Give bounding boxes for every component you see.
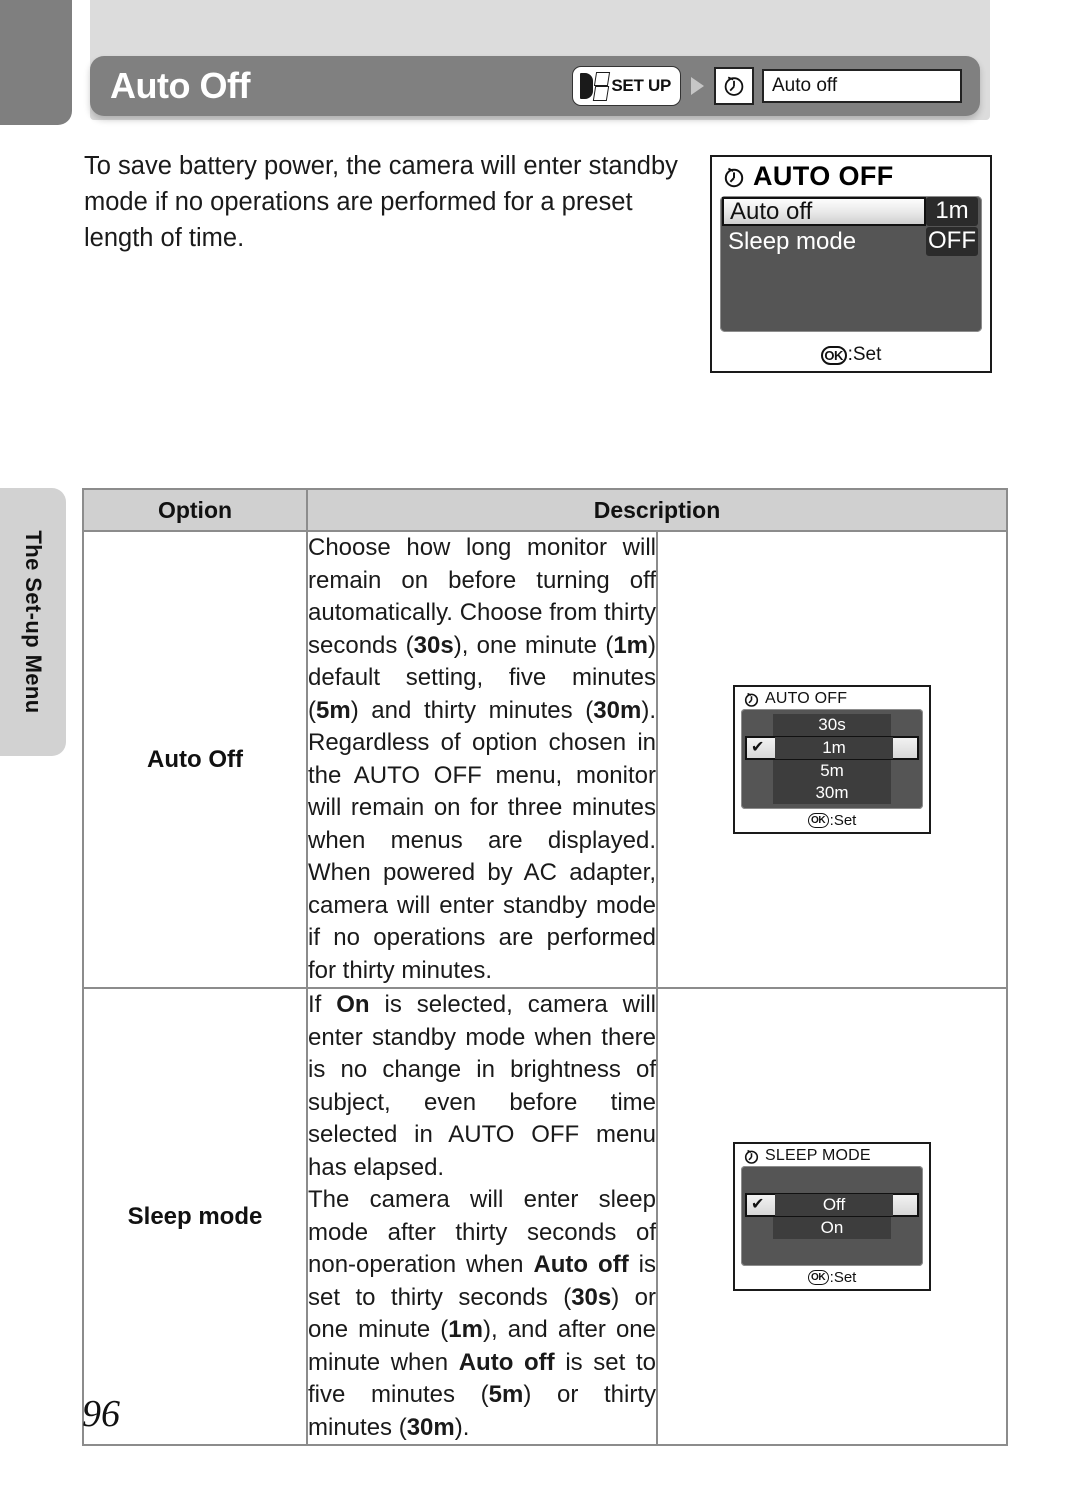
triangle-right-icon bbox=[691, 77, 704, 95]
table-row: Auto Off Choose how long monitor will re… bbox=[82, 529, 1008, 990]
lcd-sleep-mode-title-row: SLEEP MODE bbox=[735, 1144, 929, 1166]
page-title: Auto Off bbox=[110, 65, 250, 106]
lcd-main-title-row: AUTO OFF bbox=[712, 157, 990, 192]
lcd-auto-off-item-1m[interactable]: ✔ 1m bbox=[741, 736, 923, 761]
lcd-sleep-mode-footer-text: :Set bbox=[829, 1269, 857, 1287]
clock-icon bbox=[724, 167, 744, 187]
table-header-row: Option Description bbox=[82, 488, 1008, 532]
intro-line-2: mode if no operations are performed for … bbox=[84, 188, 633, 217]
lcd-sleep-mode-illustration: SLEEP MODE ✔ Off On OK :Set bbox=[733, 1142, 931, 1292]
intro-line-3: length of time. bbox=[84, 224, 245, 253]
page-number: 96 bbox=[82, 1393, 120, 1435]
lcd-sleep-mode-spacer bbox=[741, 1239, 923, 1261]
table-header-option: Option bbox=[82, 488, 308, 532]
description-paragraph: If On is selected, camera will enter sta… bbox=[308, 991, 656, 1181]
setup-menu-chip[interactable]: SET UP bbox=[572, 66, 681, 106]
lcd-main-row-auto-off-value: 1m bbox=[926, 196, 978, 226]
lcd-auto-off-item-1m-label: 1m bbox=[775, 737, 893, 760]
lcd-auto-off-title: AUTO OFF bbox=[765, 690, 848, 708]
table-cell-description-auto-off: Choose how long monitor will remain on b… bbox=[306, 529, 658, 990]
section-side-tab-label: The Set-up Menu bbox=[21, 530, 46, 714]
clock-icon bbox=[724, 76, 744, 96]
lcd-sleep-mode-footer: OK :Set bbox=[735, 1269, 929, 1286]
lcd-auto-off-main-illustration: AUTO OFF Auto off 1m Sleep mode OFF OK :… bbox=[710, 155, 992, 373]
checkmark-icon: ✔ bbox=[751, 739, 765, 757]
lcd-auto-off-illustration: AUTO OFF 30s ✔ 1m 5m 30m OK:Set bbox=[733, 685, 931, 835]
lcd-sleep-mode-title: SLEEP MODE bbox=[765, 1147, 871, 1165]
table-header-description: Description bbox=[306, 488, 1008, 532]
lcd-main-row-sleep-mode-label: Sleep mode bbox=[728, 228, 857, 255]
table-cell-option-auto-off: Auto Off bbox=[82, 529, 308, 990]
lcd-main-footer-text: :Set bbox=[847, 344, 882, 365]
lcd-sleep-mode-item-on[interactable]: On bbox=[773, 1217, 891, 1240]
breadcrumb-field[interactable]: Auto off bbox=[762, 69, 962, 103]
ok-button-icon: OK bbox=[807, 813, 829, 829]
table-row: Sleep mode If On is selected, camera wil… bbox=[82, 987, 1008, 1447]
intro-paragraph: To save battery power, the camera will e… bbox=[84, 148, 694, 257]
lcd-main-row-sleep-mode[interactable]: Sleep mode OFF bbox=[720, 226, 982, 256]
lcd-sleep-mode-body: ✔ Off On bbox=[741, 1166, 923, 1267]
page-header-bar: Auto Off SET UP Auto off bbox=[90, 56, 980, 116]
breadcrumb: SET UP Auto off bbox=[572, 66, 962, 106]
ok-button-icon: OK bbox=[820, 345, 847, 365]
table-cell-illustration-auto-off: AUTO OFF 30s ✔ 1m 5m 30m OK:Set bbox=[656, 529, 1008, 990]
breadcrumb-field-value: Auto off bbox=[772, 75, 838, 96]
clock-icon bbox=[744, 1149, 759, 1164]
lcd-auto-off-item-5m[interactable]: 5m bbox=[773, 760, 891, 783]
lcd-main-row-auto-off-label: Auto off bbox=[722, 197, 926, 226]
section-side-tab: The Set-up Menu bbox=[0, 488, 66, 756]
description-paragraph: Choose how long monitor will remain on b… bbox=[308, 534, 656, 984]
lcd-sleep-mode-item-off-label: Off bbox=[775, 1194, 893, 1217]
lcd-sleep-mode-item-off[interactable]: ✔ Off bbox=[741, 1193, 923, 1218]
checkmark-icon: ✔ bbox=[751, 1196, 765, 1214]
ok-button-icon: OK bbox=[807, 1270, 829, 1286]
lcd-main-title: AUTO OFF bbox=[753, 161, 894, 191]
setup-menu-label: SET UP bbox=[611, 76, 671, 95]
lcd-main-row-auto-off[interactable]: Auto off 1m bbox=[720, 196, 982, 226]
corner-tab-marker bbox=[0, 0, 72, 125]
lcd-auto-off-footer-text: :Set bbox=[829, 812, 857, 830]
intro-line-1: To save battery power, the camera will e… bbox=[84, 152, 678, 180]
lcd-auto-off-item-30m[interactable]: 30m bbox=[773, 782, 891, 805]
table-cell-illustration-sleep-mode: SLEEP MODE ✔ Off On OK :Set bbox=[656, 987, 1008, 1447]
clock-icon-box bbox=[714, 67, 754, 105]
table-cell-description-sleep-mode: If On is selected, camera will enter sta… bbox=[306, 987, 658, 1447]
lcd-auto-off-item-30s[interactable]: 30s bbox=[773, 714, 891, 737]
lcd-main-body: Auto off 1m Sleep mode OFF bbox=[720, 196, 982, 332]
options-table: Option Description Auto Off Choose how l… bbox=[82, 488, 1008, 1447]
lcd-main-footer: OK :Set bbox=[712, 344, 990, 366]
clock-icon bbox=[744, 692, 759, 707]
lcd-sleep-mode-spacer bbox=[741, 1171, 923, 1193]
lcd-auto-off-footer: OK :Set bbox=[735, 812, 929, 829]
table-cell-option-sleep-mode: Sleep mode bbox=[82, 987, 308, 1447]
lcd-auto-off-body: 30s ✔ 1m 5m 30m bbox=[741, 709, 923, 810]
lcd-auto-off-title-row: AUTO OFF bbox=[735, 687, 929, 709]
lcd-main-row-sleep-mode-value: OFF bbox=[926, 226, 978, 256]
description-paragraph: The camera will enter sleep mode after t… bbox=[308, 1186, 657, 1441]
setup-menu-icon bbox=[579, 72, 611, 101]
